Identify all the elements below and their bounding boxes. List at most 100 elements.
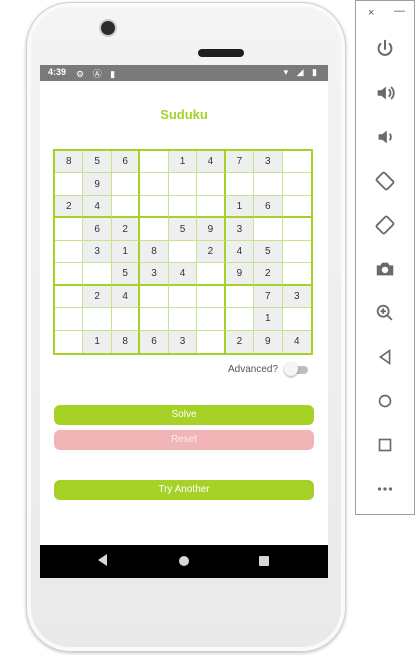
sudoku-cell[interactable] [111,308,141,331]
sudoku-cell[interactable] [168,173,198,196]
sudoku-cell[interactable]: 5 [254,240,283,264]
sudoku-cell[interactable]: 6 [111,151,141,174]
sudoku-cell[interactable]: 2 [111,218,141,241]
sudoku-cell[interactable]: 8 [111,330,141,353]
sudoku-cell[interactable]: 4 [111,285,141,309]
sudoku-cell[interactable] [55,285,84,309]
sudoku-cell[interactable] [55,263,84,286]
sudoku-cell[interactable]: 6 [254,195,283,219]
sudoku-cell[interactable] [282,195,311,219]
sudoku-cell[interactable]: 5 [83,151,112,174]
rotate-right-icon[interactable] [371,211,399,239]
more-icon[interactable] [371,475,399,503]
sudoku-cell[interactable]: 7 [254,285,283,309]
solve-button[interactable]: Solve [54,405,314,425]
sudoku-cell[interactable]: 4 [282,330,311,353]
sudoku-cell[interactable]: 1 [225,195,255,219]
sudoku-cell[interactable] [197,173,226,196]
sudoku-cell[interactable]: 2 [197,240,226,264]
sudoku-cell[interactable] [254,173,283,196]
sudoku-cell[interactable] [140,308,169,331]
sudoku-cell[interactable] [197,308,226,331]
sudoku-cell[interactable]: 1 [111,240,141,264]
sudoku-cell[interactable] [140,173,169,196]
sudoku-cell[interactable]: 1 [168,151,198,174]
sudoku-cell[interactable] [55,308,84,331]
home-icon[interactable] [371,387,399,415]
sudoku-cell[interactable] [111,195,141,219]
sudoku-cell[interactable] [282,151,311,174]
power-icon[interactable] [371,35,399,63]
sudoku-cell[interactable] [55,173,84,196]
sudoku-cell[interactable] [111,173,141,196]
sudoku-cell[interactable]: 7 [225,151,255,174]
sudoku-cell[interactable] [282,240,311,264]
sudoku-cell[interactable]: 3 [83,240,112,264]
sudoku-cell[interactable] [197,330,226,353]
sudoku-cell[interactable] [282,173,311,196]
sudoku-cell[interactable] [55,240,84,264]
sudoku-cell[interactable]: 1 [254,308,283,331]
minimize-icon[interactable]: — [394,5,405,17]
sudoku-cell[interactable] [282,308,311,331]
sudoku-cell[interactable] [168,195,198,219]
sudoku-cell[interactable]: 9 [254,330,283,353]
sudoku-cell[interactable] [197,285,226,309]
close-icon[interactable]: × [368,7,374,19]
camera-icon[interactable] [371,255,399,283]
sudoku-cell[interactable]: 3 [282,285,311,309]
volume-down-icon[interactable] [371,123,399,151]
sudoku-cell[interactable]: 5 [111,263,141,286]
sudoku-cell[interactable]: 1 [83,330,112,353]
sudoku-cell[interactable]: 3 [254,151,283,174]
sudoku-cell[interactable] [83,263,112,286]
sudoku-cell[interactable] [140,285,169,309]
sudoku-cell[interactable]: 2 [225,330,255,353]
sudoku-cell[interactable] [225,285,255,309]
nav-home-icon[interactable] [179,556,189,566]
zoom-icon[interactable] [371,299,399,327]
sudoku-cell[interactable] [197,195,226,219]
sudoku-cell[interactable]: 2 [83,285,112,309]
sudoku-cell[interactable] [55,218,84,241]
sudoku-cell[interactable]: 6 [140,330,169,353]
sudoku-cell[interactable] [282,263,311,286]
sudoku-cell[interactable]: 9 [83,173,112,196]
sudoku-cell[interactable]: 4 [168,263,198,286]
sudoku-cell[interactable] [254,218,283,241]
sudoku-cell[interactable] [225,308,255,331]
sudoku-cell[interactable]: 5 [168,218,198,241]
reset-button[interactable]: Reset [54,430,314,450]
try-another-button[interactable]: Try Another [54,480,314,500]
sudoku-cell[interactable]: 8 [55,151,84,174]
sudoku-cell[interactable] [83,308,112,331]
sudoku-cell[interactable]: 4 [197,151,226,174]
sudoku-cell[interactable]: 2 [55,195,84,219]
sudoku-cell[interactable] [140,218,169,241]
sudoku-cell[interactable]: 3 [168,330,198,353]
sudoku-cell[interactable] [168,308,198,331]
sudoku-cell[interactable]: 9 [225,263,255,286]
sudoku-cell[interactable]: 3 [140,263,169,286]
sudoku-cell[interactable]: 8 [140,240,169,264]
sudoku-cell[interactable] [225,173,255,196]
nav-back-icon[interactable] [98,554,107,566]
back-icon[interactable] [371,343,399,371]
sudoku-cell[interactable] [168,285,198,309]
sudoku-cell[interactable]: 4 [225,240,255,264]
sudoku-cell[interactable] [140,195,169,219]
sudoku-cell[interactable]: 2 [254,263,283,286]
sudoku-cell[interactable]: 4 [83,195,112,219]
sudoku-cell[interactable] [55,330,84,353]
sudoku-cell[interactable] [197,263,226,286]
volume-up-icon[interactable] [371,79,399,107]
overview-icon[interactable] [371,431,399,459]
sudoku-cell[interactable] [168,240,198,264]
nav-recents-icon[interactable] [259,556,269,566]
sudoku-cell[interactable] [140,151,169,174]
rotate-left-icon[interactable] [371,167,399,195]
sudoku-cell[interactable]: 6 [83,218,112,241]
sudoku-cell[interactable]: 9 [197,218,226,241]
sudoku-cell[interactable]: 3 [225,218,255,241]
sudoku-cell[interactable] [282,218,311,241]
